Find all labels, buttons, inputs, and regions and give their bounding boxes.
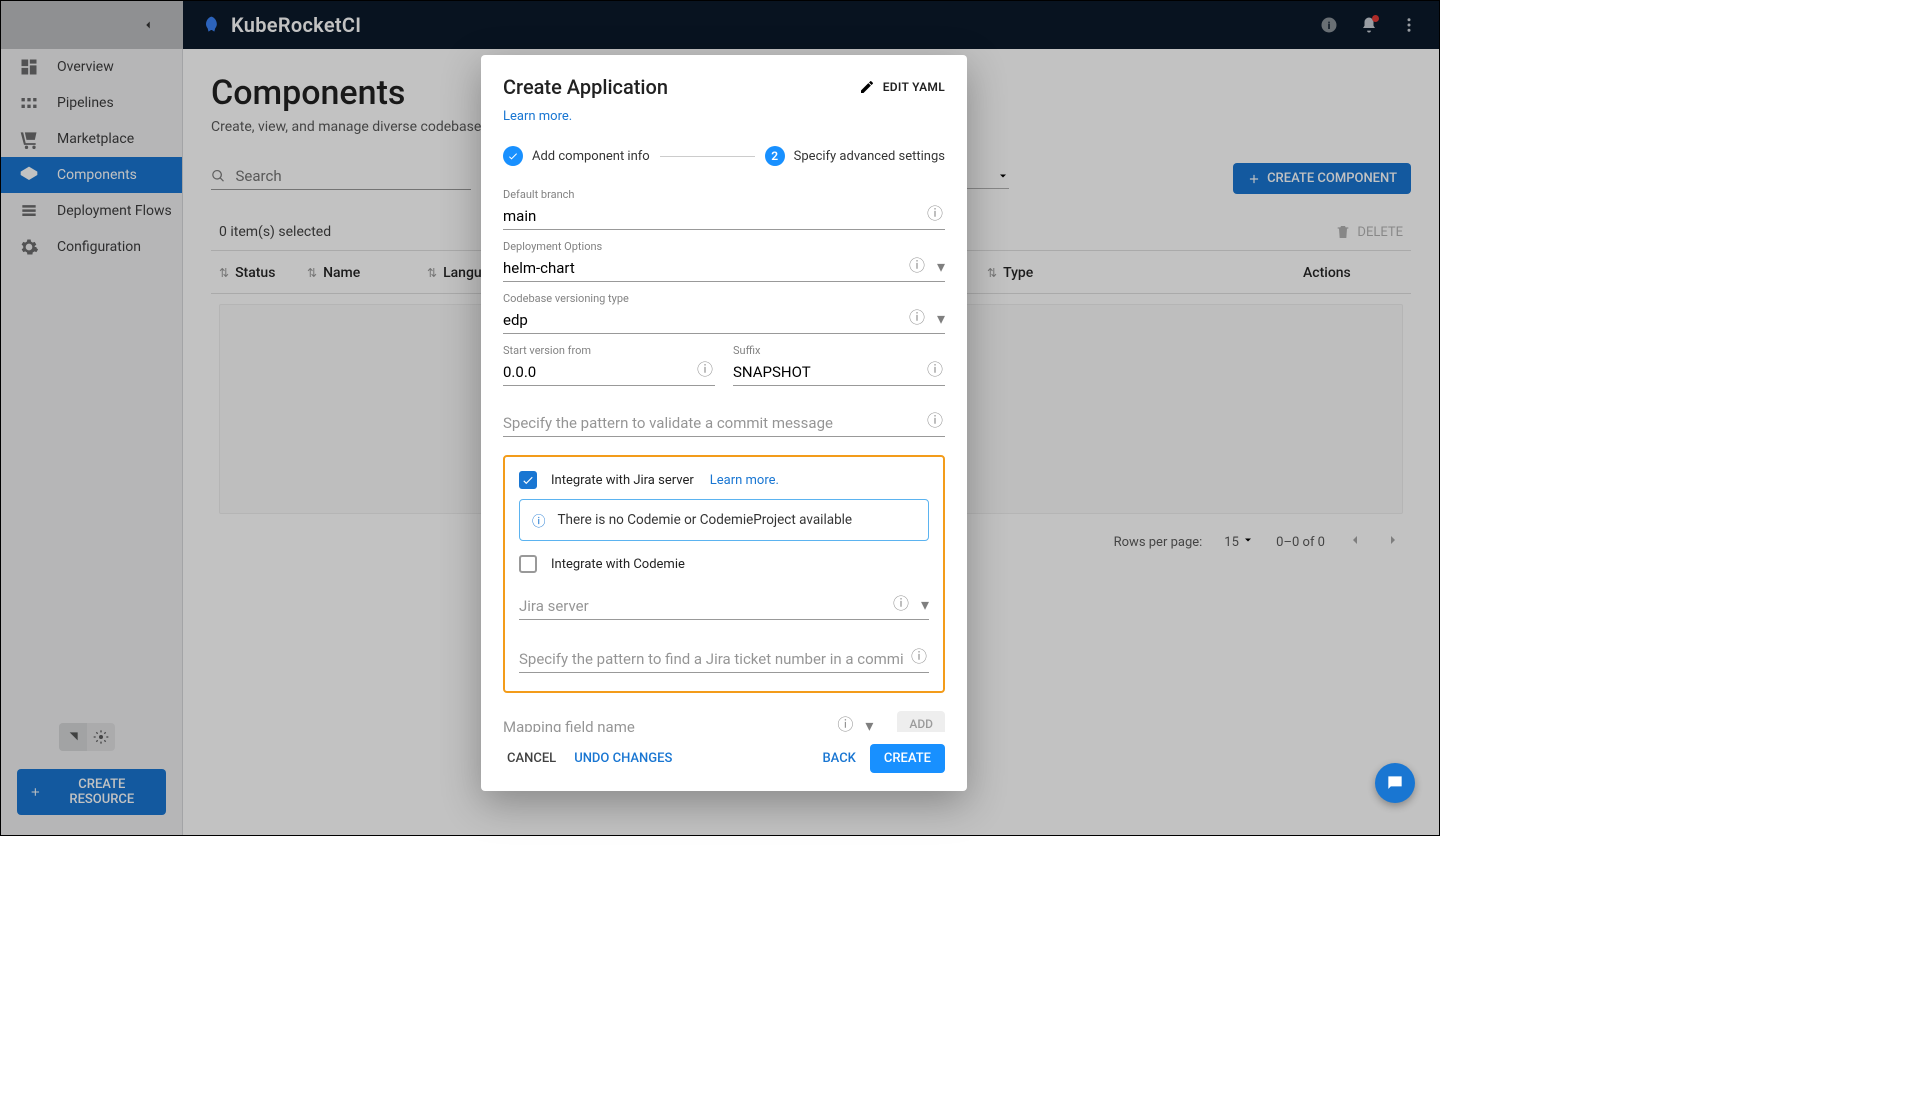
info-icon[interactable]: ⓘ [697, 356, 713, 380]
chevron-down-icon: ▾ [937, 257, 945, 276]
start-version-input[interactable] [503, 359, 715, 386]
check-icon [503, 146, 523, 166]
codemie-checkbox-label: Integrate with Codemie [551, 557, 685, 572]
info-icon[interactable]: ⓘ [893, 590, 909, 614]
info-icon[interactable]: ⓘ [837, 711, 853, 732]
jira-ticket-pattern-input[interactable] [519, 646, 929, 673]
jira-checkbox-label: Integrate with Jira server [551, 473, 694, 488]
deployment-options-select[interactable] [503, 255, 945, 282]
info-icon[interactable]: ⓘ [909, 304, 925, 328]
versioning-type-field[interactable]: Codebase versioning type ⓘ ▾ [503, 292, 945, 334]
step-number: 2 [765, 146, 785, 166]
chat-icon [1385, 773, 1405, 793]
jira-server-field[interactable]: ⓘ ▾ [519, 593, 929, 620]
modal-title: Create Application [503, 75, 668, 99]
info-icon[interactable]: ⓘ [911, 643, 927, 667]
pencil-icon [859, 79, 875, 95]
commit-pattern-field[interactable]: ⓘ [503, 410, 945, 437]
step-2[interactable]: 2 Specify advanced settings [765, 146, 945, 166]
info-icon[interactable]: ⓘ [927, 356, 943, 380]
modal-learn-more[interactable]: Learn more. [481, 101, 967, 126]
jira-learn-more[interactable]: Learn more. [710, 473, 779, 488]
cancel-button[interactable]: CANCEL [503, 745, 560, 772]
info-icon[interactable]: ⓘ [927, 407, 943, 431]
default-branch-field[interactable]: Default branch ⓘ [503, 188, 945, 230]
jira-server-select[interactable] [519, 593, 929, 620]
info-icon[interactable]: ⓘ [909, 252, 925, 276]
mapping-field[interactable]: ⓘ ▾ [503, 714, 873, 732]
chat-fab[interactable] [1375, 763, 1415, 803]
info-icon[interactable]: ⓘ [927, 200, 943, 224]
jira-checkbox[interactable] [519, 471, 537, 489]
commit-pattern-input[interactable] [503, 410, 945, 437]
suffix-field[interactable]: Suffix ⓘ [733, 344, 945, 386]
jira-ticket-pattern-field[interactable]: ⓘ [519, 646, 929, 673]
edit-yaml-button[interactable]: EDIT YAML [859, 79, 945, 95]
step-1[interactable]: Add component info [503, 146, 650, 166]
back-button[interactable]: BACK [818, 745, 859, 772]
info-icon: ⓘ [532, 510, 546, 530]
jira-integration-section: Integrate with Jira server Learn more. ⓘ… [503, 455, 945, 693]
codemie-checkbox[interactable] [519, 555, 537, 573]
create-application-modal: Create Application EDIT YAML Learn more.… [481, 55, 967, 791]
chevron-down-icon: ▾ [921, 595, 929, 614]
default-branch-input[interactable] [503, 203, 945, 230]
chevron-down-icon: ▾ [937, 309, 945, 328]
start-version-field[interactable]: Start version from ⓘ [503, 344, 715, 386]
step-line [660, 156, 755, 157]
versioning-type-select[interactable] [503, 307, 945, 334]
add-mapping-button: ADD [897, 711, 945, 732]
suffix-input[interactable] [733, 359, 945, 386]
deployment-options-field[interactable]: Deployment Options ⓘ ▾ [503, 240, 945, 282]
chevron-down-icon: ▾ [865, 716, 873, 732]
codemie-banner: ⓘ There is no Codemie or CodemieProject … [519, 499, 929, 541]
stepper: Add component info 2 Specify advanced se… [481, 126, 967, 176]
undo-button[interactable]: UNDO CHANGES [570, 745, 676, 772]
mapping-select[interactable] [503, 714, 873, 732]
create-button[interactable]: CREATE [870, 744, 945, 773]
